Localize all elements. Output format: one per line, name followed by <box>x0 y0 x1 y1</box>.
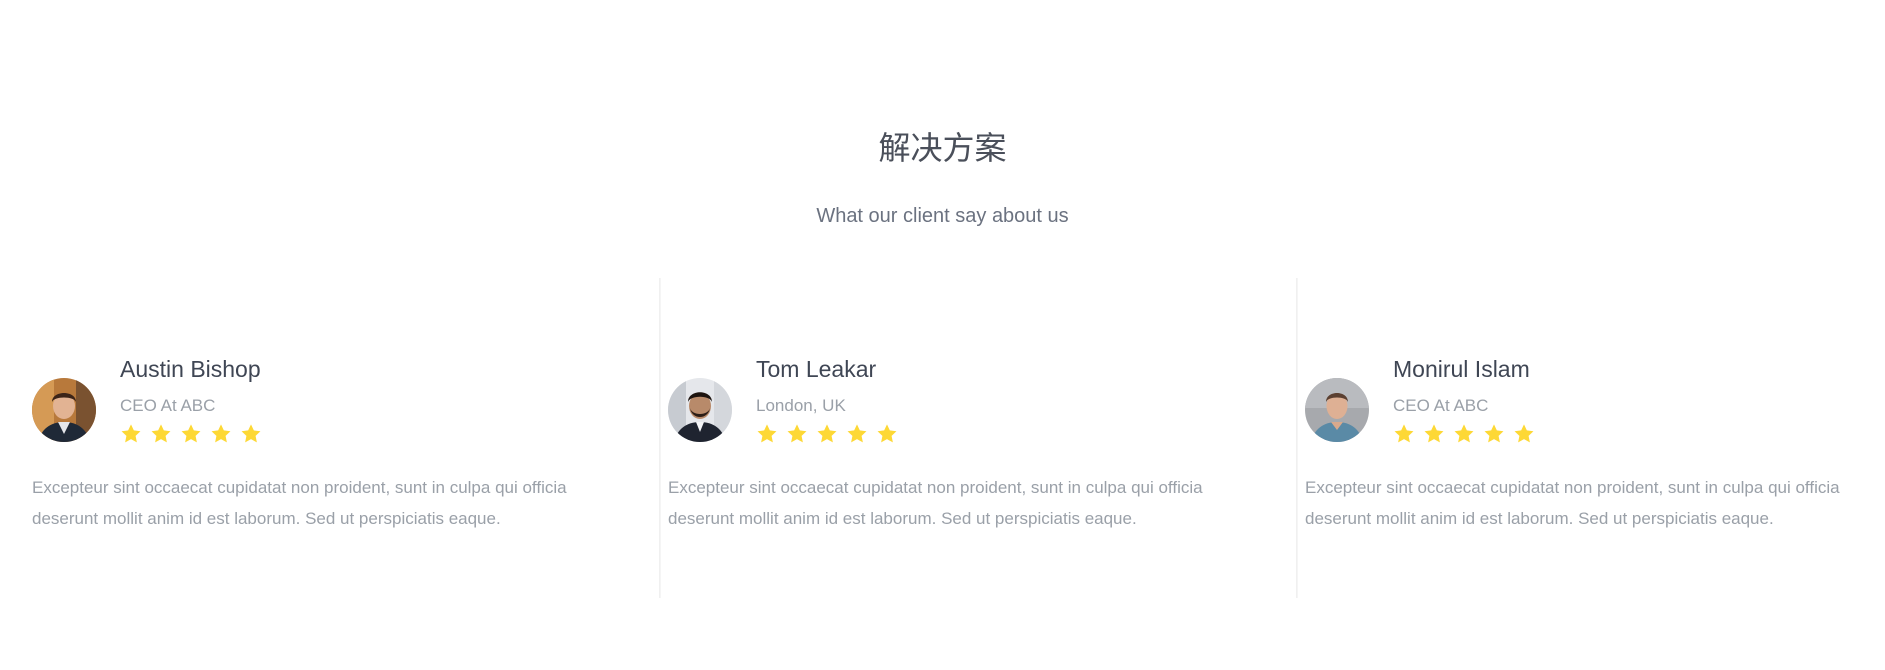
star-icon <box>211 424 231 443</box>
testimonial-text: Excepteur sint occaecat cupidatat non pr… <box>32 478 567 528</box>
star-icon <box>1514 424 1534 443</box>
testimonial-card-monirul-islam: Monirul Islam CEO At ABC Excepteur sint … <box>1296 278 1885 598</box>
star-icon <box>151 424 171 443</box>
star-icon <box>847 424 867 443</box>
client-name: Austin Bishop <box>120 356 261 382</box>
star-icon <box>181 424 201 443</box>
star-icon <box>1454 424 1474 443</box>
star-icon <box>757 424 777 443</box>
star-icon <box>877 424 897 443</box>
section-title: 解决方案 <box>878 129 1007 167</box>
rating-stars <box>1393 423 1535 445</box>
avatar <box>32 378 96 442</box>
star-icon <box>1424 424 1444 443</box>
testimonial-text: Excepteur sint occaecat cupidatat non pr… <box>668 478 1203 528</box>
star-icon <box>787 424 807 443</box>
client-role: CEO At ABC <box>1393 396 1489 415</box>
avatar <box>668 378 732 442</box>
testimonial-card-austin-bishop: Austin Bishop CEO At ABC Excepteur sint … <box>32 278 632 598</box>
client-name: Monirul Islam <box>1393 356 1530 382</box>
avatar <box>1305 378 1369 442</box>
client-role: CEO At ABC <box>120 396 216 415</box>
section-subtitle: What our client say about us <box>816 205 1069 227</box>
star-icon <box>817 424 837 443</box>
client-name: Tom Leakar <box>756 356 877 382</box>
testimonial-text: Excepteur sint occaecat cupidatat non pr… <box>1305 478 1840 528</box>
rating-stars <box>120 423 262 445</box>
star-icon <box>1484 424 1504 443</box>
client-role: London, UK <box>756 396 846 415</box>
star-icon <box>1394 424 1414 443</box>
rating-stars <box>756 423 898 445</box>
star-icon <box>121 424 141 443</box>
star-icon <box>241 424 261 443</box>
testimonial-card-tom-leakar: Tom Leakar London, UK Excepteur sint occ… <box>659 278 1268 598</box>
testimonial-cards: Austin Bishop CEO At ABC Excepteur sint … <box>0 278 1885 598</box>
